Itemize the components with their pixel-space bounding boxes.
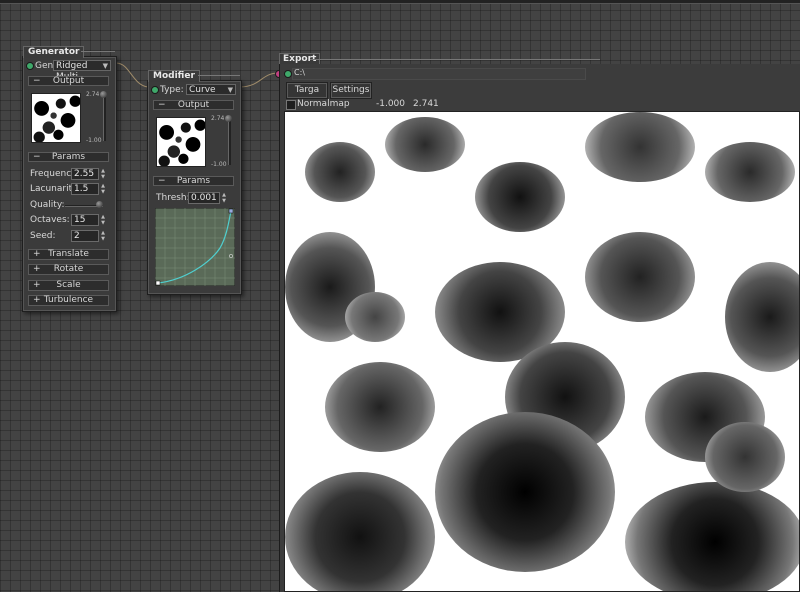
quality-slider-knob[interactable] xyxy=(96,201,103,208)
modifier-type-value: Curve xyxy=(189,85,216,95)
lacunarity-stepper[interactable]: ▲ ▼ xyxy=(100,183,106,195)
export-min-value: -1.000 xyxy=(376,99,406,109)
thresh-stepper[interactable]: ▲ ▼ xyxy=(221,192,227,204)
rotate-section[interactable]: + Rotate xyxy=(28,264,109,275)
generator-range-slider[interactable] xyxy=(103,95,106,141)
export-status-dot xyxy=(284,70,292,78)
range-max-label: 2.74 xyxy=(86,91,100,98)
modifier-params-section[interactable]: − Params xyxy=(153,176,234,186)
translate-label: Translate xyxy=(48,249,89,259)
export-max-value: 2.741 xyxy=(413,99,439,109)
params-label: Params xyxy=(51,152,86,162)
generator-preview-thumbnail xyxy=(31,93,81,143)
thresh-input[interactable]: 0.001 xyxy=(188,192,220,204)
arrow-down-icon[interactable]: ▼ xyxy=(221,198,227,204)
turbulence-section[interactable]: + Turbulence xyxy=(28,295,109,306)
octaves-stepper[interactable]: ▲ ▼ xyxy=(100,214,106,226)
curve-handle-end xyxy=(228,208,234,214)
scale-label: Scale xyxy=(56,280,81,290)
translate-section[interactable]: + Translate xyxy=(28,249,109,260)
normalmap-checkbox[interactable] xyxy=(286,100,296,110)
output-label: Output xyxy=(177,100,210,110)
generator-output-section[interactable]: − Output xyxy=(28,76,109,86)
arrow-down-icon[interactable]: ▼ xyxy=(100,220,106,226)
output-label: Output xyxy=(52,76,85,86)
generator-output-connector[interactable] xyxy=(26,62,34,70)
quality-label: Quality: xyxy=(30,200,65,210)
range-max-label: 2.74 xyxy=(211,115,225,122)
seed-input[interactable]: 2 xyxy=(71,230,99,242)
seed-stepper[interactable]: ▲ ▼ xyxy=(100,230,106,242)
chevron-down-icon: ▼ xyxy=(227,86,233,94)
gen-type-dropdown[interactable]: Ridged Multi ▼ xyxy=(53,60,111,82)
export-path-field[interactable]: C:\ xyxy=(292,68,586,80)
curve-handle-start xyxy=(155,280,161,286)
wire-generator-to-modifier xyxy=(115,62,149,88)
arrow-down-icon[interactable]: ▼ xyxy=(100,174,106,180)
normalmap-label: Normalmap xyxy=(297,99,350,109)
seed-label: Seed: xyxy=(30,231,56,241)
generator-title[interactable]: Generator xyxy=(23,46,85,58)
export-title-line xyxy=(310,59,600,60)
generator-node[interactable]: Generator Gen: Ridged Multi ▼ − Output 2… xyxy=(22,46,117,312)
wire-modifier-to-export xyxy=(239,72,279,88)
octaves-input[interactable]: 15 xyxy=(71,214,99,226)
modifier-type-dropdown[interactable]: Curve ▼ xyxy=(186,84,236,95)
slider-knob-icon[interactable] xyxy=(100,91,107,98)
modifier-title[interactable]: Modifier xyxy=(148,70,200,82)
modifier-input-connector[interactable] xyxy=(151,86,159,94)
rotate-label: Rotate xyxy=(53,264,84,274)
frequency-stepper[interactable]: ▲ ▼ xyxy=(100,168,106,180)
noise-preview-image xyxy=(284,111,800,592)
arrow-down-icon[interactable]: ▼ xyxy=(100,236,106,242)
thresh-label: Thresh: xyxy=(156,193,190,203)
slider-knob-icon[interactable] xyxy=(225,115,232,122)
lacunarity-input[interactable]: 1.5 xyxy=(71,183,99,195)
chevron-down-icon: ▼ xyxy=(102,62,108,70)
params-label: Params xyxy=(176,176,211,186)
modifier-node[interactable]: Modifier Type: Curve ▼ − Output 2.74 -1.… xyxy=(147,70,242,295)
generator-params-section[interactable]: − Params xyxy=(28,152,109,162)
type-label: Type: xyxy=(160,85,184,95)
modifier-range-slider[interactable] xyxy=(228,119,231,165)
export-path-value: C:\ xyxy=(294,68,305,77)
modifier-preview-thumbnail xyxy=(156,117,206,167)
arrow-down-icon[interactable]: ▼ xyxy=(100,189,106,195)
frequency-input[interactable]: 2.55 xyxy=(71,168,99,180)
range-min-label: -1.00 xyxy=(211,161,227,168)
settings-button[interactable]: Settings xyxy=(330,82,372,99)
turbulence-label: Turbulence xyxy=(43,295,94,305)
scale-section[interactable]: + Scale xyxy=(28,280,109,291)
curve-editor[interactable] xyxy=(155,208,235,286)
targa-button[interactable]: Targa xyxy=(286,82,328,99)
range-min-label: -1.00 xyxy=(86,137,102,144)
modifier-output-section[interactable]: − Output xyxy=(153,100,234,110)
octaves-label: Octaves: xyxy=(30,215,70,225)
